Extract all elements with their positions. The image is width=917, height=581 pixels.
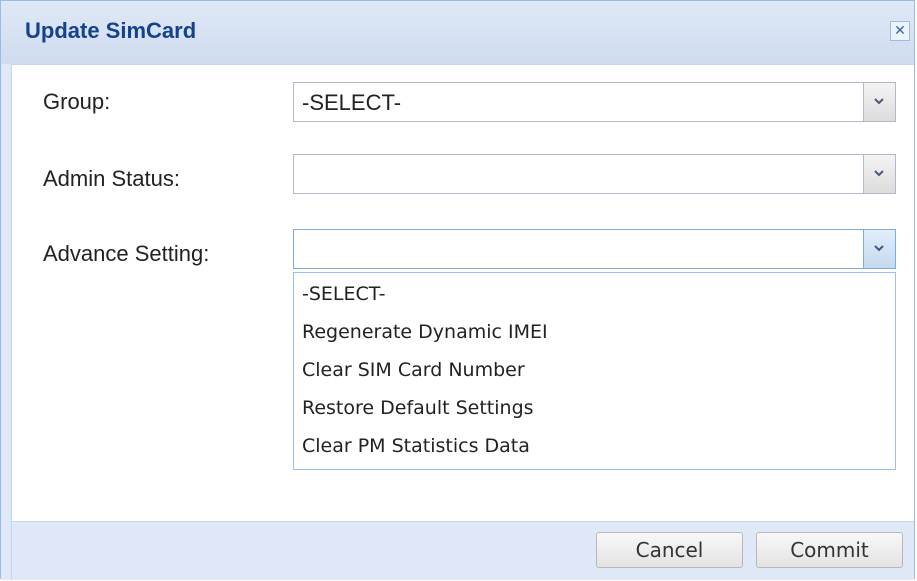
chevron-down-icon bbox=[874, 245, 884, 252]
admin-status-label: Admin Status: bbox=[43, 166, 180, 191]
advance-setting-label: Advance Setting: bbox=[43, 241, 210, 266]
group-select-trigger[interactable] bbox=[863, 83, 895, 121]
admin-status-select[interactable] bbox=[293, 154, 896, 194]
chevron-down-icon bbox=[874, 98, 884, 105]
dialog-footer: Cancel Commit bbox=[12, 521, 914, 580]
group-select-value: -SELECT- bbox=[302, 90, 402, 115]
update-simcard-dialog: Update SimCard ✕ Group: -SELECT- Admin S… bbox=[0, 0, 915, 580]
group-select[interactable]: -SELECT- bbox=[293, 82, 896, 122]
dropdown-option-clear-pm-stats[interactable]: Clear PM Statistics Data bbox=[302, 435, 530, 457]
commit-button[interactable]: Commit bbox=[756, 532, 903, 568]
dropdown-option-select[interactable]: -SELECT- bbox=[302, 283, 386, 305]
dialog-titlebar: Update SimCard ✕ bbox=[1, 1, 914, 65]
close-icon: ✕ bbox=[894, 23, 906, 39]
dropdown-option-regenerate-imei[interactable]: Regenerate Dynamic IMEI bbox=[302, 321, 548, 343]
advance-setting-trigger[interactable] bbox=[863, 230, 895, 268]
advance-setting-select[interactable] bbox=[293, 229, 896, 269]
dropdown-option-clear-sim-number[interactable]: Clear SIM Card Number bbox=[302, 359, 525, 381]
chevron-down-icon bbox=[874, 170, 884, 177]
admin-status-trigger[interactable] bbox=[863, 155, 895, 193]
advance-setting-dropdown: -SELECT- Regenerate Dynamic IMEI Clear S… bbox=[293, 272, 896, 470]
group-label: Group: bbox=[43, 89, 111, 114]
dropdown-option-restore-defaults[interactable]: Restore Default Settings bbox=[302, 397, 534, 419]
close-button[interactable]: ✕ bbox=[890, 21, 910, 41]
dialog-title: Update SimCard bbox=[25, 18, 197, 43]
cancel-button[interactable]: Cancel bbox=[596, 532, 743, 568]
left-panel-edge bbox=[1, 64, 12, 580]
